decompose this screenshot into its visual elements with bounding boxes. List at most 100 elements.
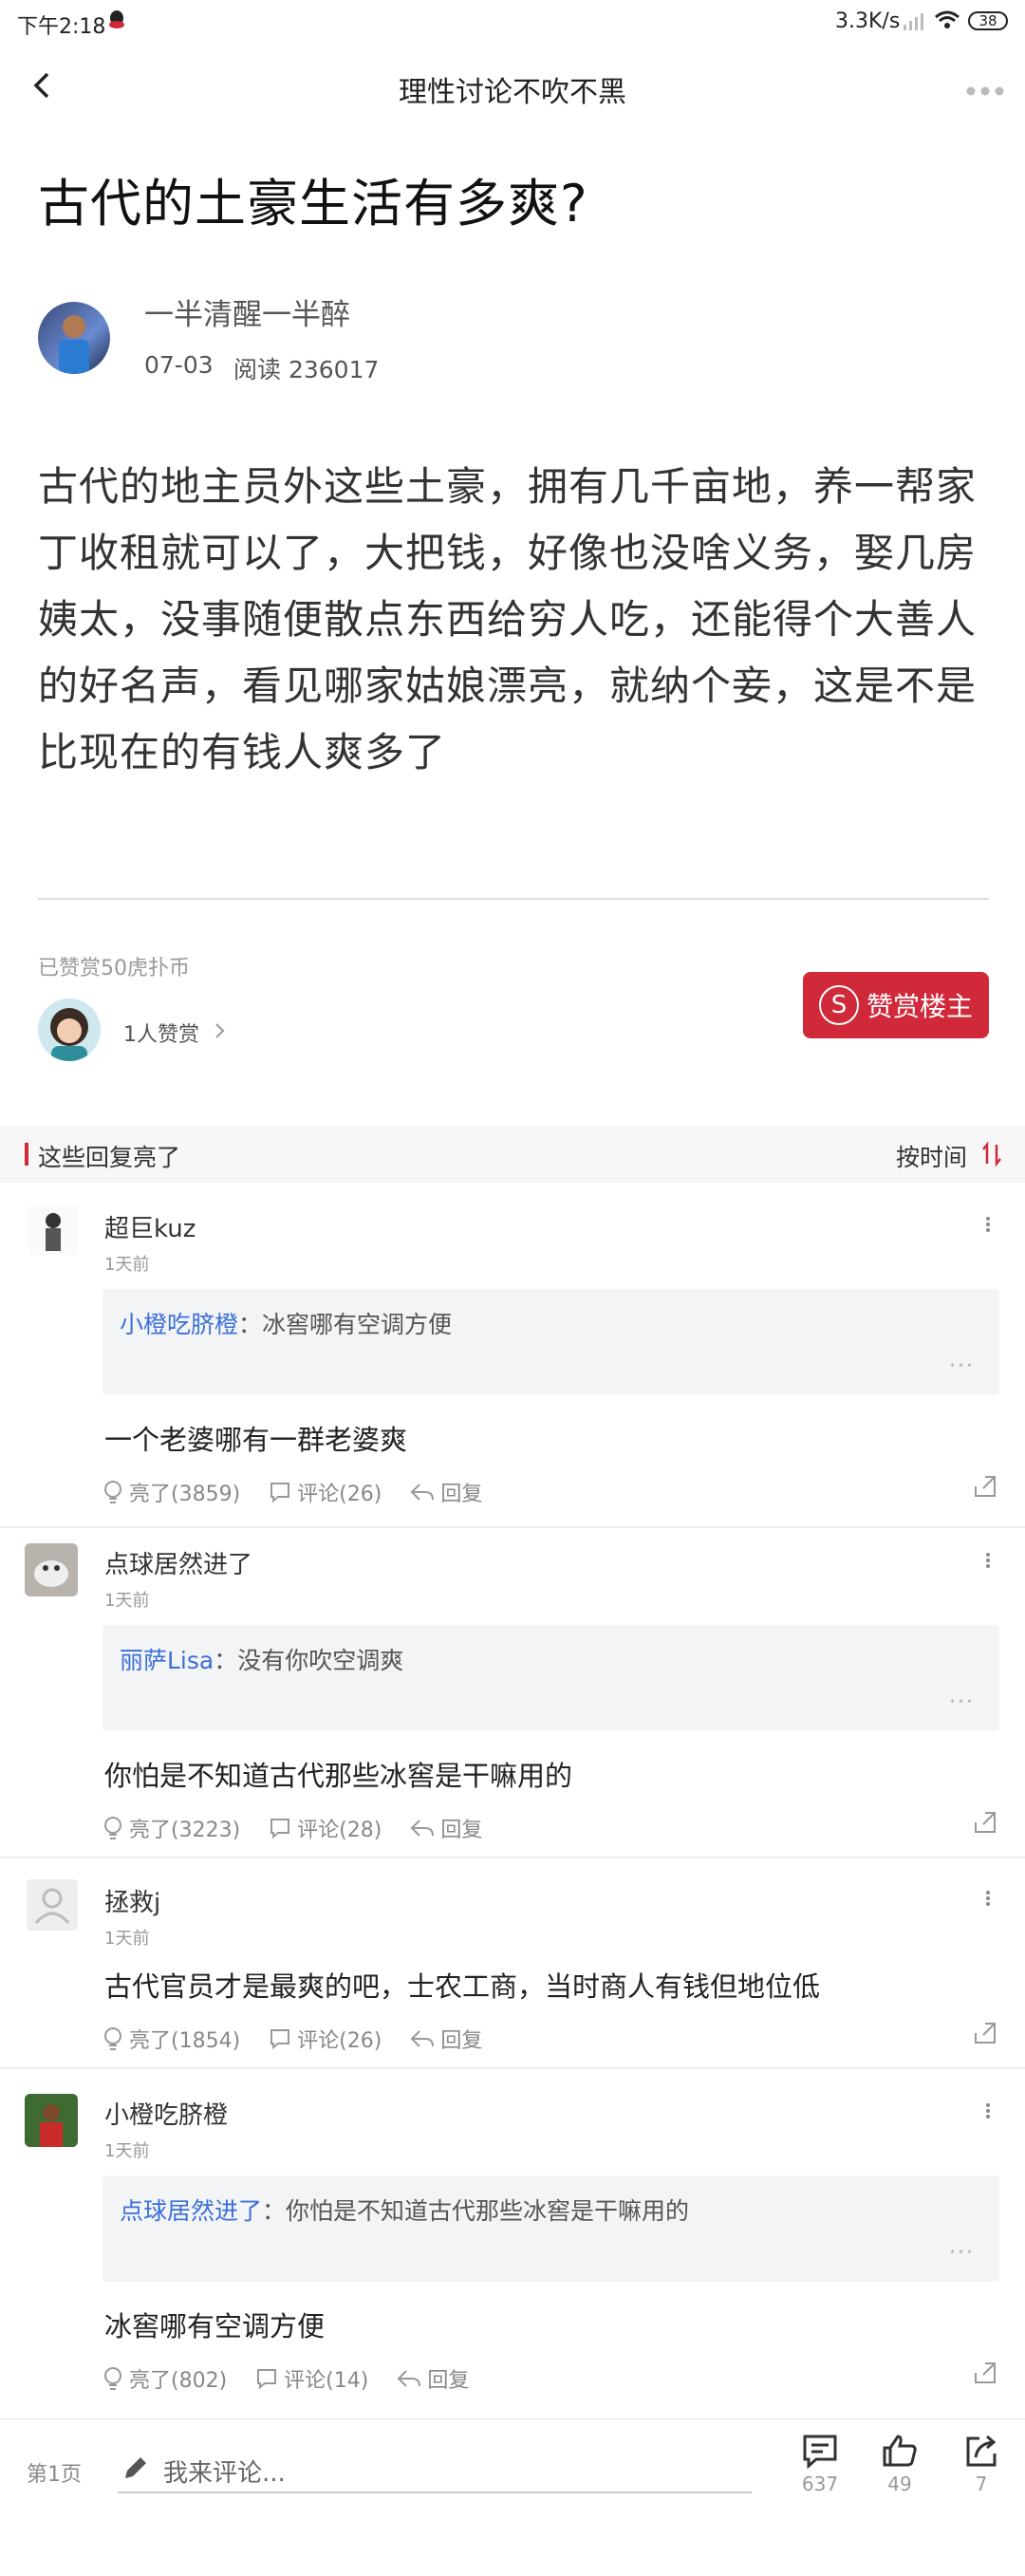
- share-icon[interactable]: [972, 1809, 998, 1839]
- quote-more-icon[interactable]: ···: [949, 2241, 975, 2265]
- reply-button[interactable]: 回复: [410, 2024, 482, 2054]
- like-button[interactable]: 亮了(3223): [102, 1813, 240, 1843]
- reply-icon: [410, 1820, 435, 1837]
- comment-text: 古代官员才是最爽的吧，士农工商，当时商人有钱但地位低: [104, 1970, 821, 2003]
- sort-label[interactable]: 按时间: [896, 1139, 967, 1173]
- comment-time: 1天前: [104, 1591, 150, 1611]
- quoted-reply[interactable]: 小橙吃脐橙：冰窖哪有空调方便 ···: [102, 1289, 999, 1395]
- comment-reply-count-button[interactable]: 评论(26): [269, 2024, 382, 2054]
- comment-reply-count-button[interactable]: 评论(26): [269, 1477, 382, 1507]
- comment-reply-count-button[interactable]: 评论(14): [255, 2363, 368, 2394]
- more-icon[interactable]: [966, 82, 1004, 100]
- comment-input[interactable]: 我来评论...: [118, 2442, 752, 2493]
- author-name[interactable]: 一半清醒一半醉: [144, 290, 350, 333]
- author-avatar[interactable]: [38, 302, 110, 374]
- comment-input-placeholder: 我来评论...: [163, 2459, 286, 2488]
- post-read-count: 阅读 236017: [233, 356, 380, 383]
- reward-button[interactable]: S 赞赏楼主: [803, 972, 989, 1038]
- reply-icon: [410, 2030, 435, 2047]
- comment-icon: [270, 1483, 290, 1503]
- comment-actions: 亮了(3223) 评论(28) 回复: [102, 1813, 511, 1843]
- like-post-button[interactable]: 49: [879, 2433, 921, 2495]
- chevron-right-icon[interactable]: [214, 1021, 226, 1044]
- share-icon[interactable]: [972, 2020, 998, 2050]
- reply-button[interactable]: 回复: [410, 1477, 482, 1507]
- comment-actions: 亮了(802) 评论(14) 回复: [102, 2363, 497, 2394]
- comment-time: 1天前: [104, 1255, 150, 1275]
- lightbulb-icon: [104, 1481, 121, 1503]
- reply-count: 评论(26): [297, 2029, 382, 2053]
- comment-actions: 亮了(1854) 评论(26) 回复: [102, 2024, 511, 2054]
- comment-reply-count-button[interactable]: 评论(28): [269, 1813, 382, 1843]
- comment-more-icon[interactable]: [985, 1215, 991, 1234]
- comment-icon: [270, 1819, 290, 1839]
- commenter-avatar[interactable]: [28, 1205, 78, 1255]
- comment-more-icon[interactable]: [985, 2101, 991, 2120]
- commenter-name[interactable]: 点球居然进了: [104, 1545, 252, 1580]
- commenter-name[interactable]: 小橙吃脐橙: [104, 2096, 228, 2131]
- quoted-reply[interactable]: 点球居然进了：你怕是不知道古代那些冰窖是干嘛用的 ···: [102, 2175, 999, 2282]
- share-post-button[interactable]: 7: [960, 2433, 1002, 2495]
- like-button[interactable]: 亮了(1854): [102, 2024, 240, 2054]
- commenter-avatar[interactable]: [25, 2094, 78, 2147]
- reply-label: 回复: [440, 1819, 483, 1842]
- quoted-user[interactable]: 点球居然进了: [120, 2197, 262, 2225]
- quote-more-icon[interactable]: ···: [949, 1690, 975, 1714]
- quoted-reply[interactable]: 丽萨Lisa：没有你吹空调爽 ···: [102, 1625, 999, 1731]
- topic-title: 理性讨论不吹不黑: [399, 76, 626, 109]
- thumbs-up-icon: [883, 2435, 917, 2467]
- battery-icon: 38: [968, 11, 1008, 30]
- comment-actions: 亮了(3859) 评论(26) 回复: [102, 1477, 511, 1507]
- top-bar: 理性讨论不吹不黑: [0, 46, 1025, 125]
- comment-text: 你怕是不知道古代那些冰窖是干嘛用的: [104, 1760, 573, 1792]
- comment-time: 1天前: [104, 2141, 150, 2161]
- bottom-bar: 第1页 我来评论... 637 49 7: [0, 2418, 1025, 2576]
- signal-icon: [904, 11, 926, 36]
- like-count: 亮了(3859): [129, 1483, 241, 1506]
- default-avatar-icon[interactable]: [27, 1879, 78, 1931]
- commenter-avatar[interactable]: [25, 1543, 78, 1596]
- reply-label: 回复: [427, 2369, 470, 2393]
- sort-icon[interactable]: [981, 1141, 1002, 1171]
- comments-button[interactable]: 637: [799, 2433, 841, 2495]
- commenter-name[interactable]: 超巨kuz: [104, 1209, 196, 1244]
- like-button[interactable]: 亮了(802): [102, 2363, 227, 2394]
- share-icon[interactable]: [972, 1473, 998, 1503]
- lightbulb-icon: [104, 2367, 121, 2390]
- comment-text: 一个老婆哪有一群老婆爽: [104, 1424, 408, 1456]
- commenter-name[interactable]: 拯救j: [104, 1883, 160, 1918]
- divider: [38, 898, 989, 900]
- reply-button[interactable]: 回复: [397, 2363, 469, 2394]
- quoted-text: ：冰窖哪有空调方便: [238, 1311, 453, 1338]
- quote-more-icon[interactable]: ···: [949, 1354, 975, 1378]
- comment-more-icon[interactable]: [985, 1889, 991, 1908]
- quoted-user[interactable]: 小橙吃脐橙: [120, 1311, 238, 1338]
- qq-icon: [108, 9, 125, 30]
- comment-item: 点球居然进了 1天前 丽萨Lisa：没有你吹空调爽 ··· 你怕是不知道古代那些…: [0, 1519, 1025, 1842]
- status-bar: 下午2:18 3.3K/s 38: [0, 0, 1025, 46]
- page-number[interactable]: 第1页: [27, 2457, 82, 2488]
- post-date: 07-03: [144, 351, 214, 379]
- like-count: 亮了(3223): [129, 1819, 241, 1842]
- status-time: 下午2:18: [17, 15, 106, 39]
- reward-info: 已赞赏50虎扑币: [38, 957, 190, 980]
- post-title: 古代的土豪生活有多爽?: [38, 174, 588, 233]
- reply-count: 评论(28): [297, 1819, 382, 1842]
- share-icon: [966, 2435, 997, 2467]
- reply-button[interactable]: 回复: [410, 1813, 482, 1843]
- like-button[interactable]: 亮了(3859): [102, 1477, 240, 1507]
- rewarder-avatar[interactable]: [38, 999, 101, 1061]
- comment-icon: [270, 2029, 290, 2050]
- share-icon[interactable]: [972, 2360, 998, 2390]
- comment-text: 冰窖哪有空调方便: [104, 2310, 326, 2343]
- quoted-user[interactable]: 丽萨Lisa: [120, 1647, 214, 1674]
- reply-count: 评论(14): [284, 2369, 369, 2393]
- quoted-text: ：你怕是不知道古代那些冰窖是干嘛用的: [262, 2197, 690, 2225]
- section-title: 这些回复亮了: [38, 1144, 181, 1171]
- comment-icon: [803, 2435, 837, 2470]
- comment-more-icon[interactable]: [985, 1551, 991, 1570]
- pencil-icon: [121, 2454, 150, 2486]
- comment-item: 小橙吃脐橙 1天前 点球居然进了：你怕是不知道古代那些冰窖是干嘛用的 ··· 冰…: [0, 2067, 1025, 2393]
- reply-icon: [397, 2370, 421, 2387]
- reward-count[interactable]: 1人赞赏: [123, 1017, 199, 1048]
